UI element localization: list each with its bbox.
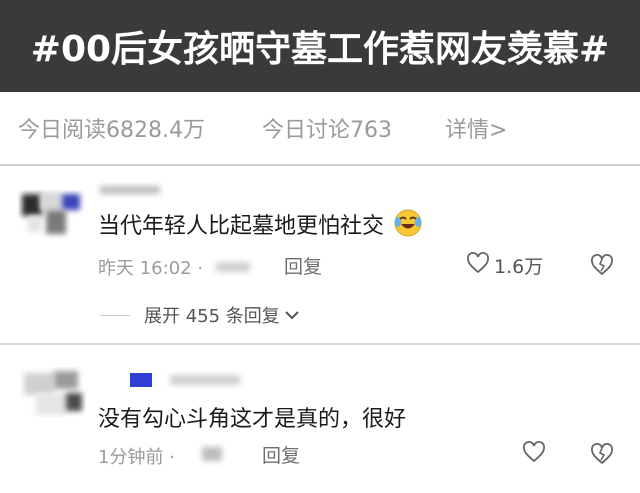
- like-count: 1.6万: [494, 256, 544, 278]
- dislike-button[interactable]: [590, 443, 614, 469]
- comment-text: 没有勾心斗角这才是真的，很好: [98, 407, 407, 432]
- avatar[interactable]: [18, 367, 86, 417]
- read-count: 今日阅读6828.4万: [18, 118, 205, 143]
- expand-replies-label: 展开 455 条回复: [144, 306, 280, 327]
- comment-text: 当代年轻人比起墓地更怕社交: [98, 208, 423, 244]
- heart-icon: [522, 441, 546, 468]
- expand-replies-button[interactable]: 展开 455 条回复: [100, 302, 300, 328]
- nickname-blurred[interactable]: [100, 373, 240, 387]
- like-button[interactable]: 1.6万: [466, 252, 543, 279]
- avatar[interactable]: [18, 190, 86, 240]
- divider: [100, 314, 130, 316]
- like-button[interactable]: [522, 441, 546, 468]
- broken-heart-icon: [590, 254, 614, 280]
- chevron-down-icon: [284, 306, 300, 325]
- comment-time: 1分钟前 ·: [98, 447, 175, 468]
- reply-button[interactable]: 回复: [284, 252, 322, 279]
- laughing-crying-emoji-icon: [393, 208, 423, 244]
- location-blurred: [212, 260, 254, 274]
- heart-icon: [466, 252, 490, 279]
- nickname-blurred[interactable]: [100, 184, 160, 198]
- topic-stats-bar: 今日阅读6828.4万 今日讨论763 详情>: [0, 92, 640, 166]
- comment-item: 当代年轻人比起墓地更怕社交 昨天 16:02 · 回复 1.6万 展开 455 …: [0, 168, 640, 345]
- discuss-count: 今日讨论763: [262, 118, 392, 143]
- comment-text-content: 当代年轻人比起墓地更怕社交: [98, 214, 385, 239]
- reply-button[interactable]: 回复: [262, 441, 300, 468]
- broken-heart-icon: [590, 443, 614, 469]
- details-link[interactable]: 详情>: [445, 112, 507, 144]
- location-blurred: [200, 445, 224, 463]
- topic-header: #00后女孩晒守墓工作惹网友羡慕#: [0, 0, 640, 92]
- comment-time: 昨天 16:02 ·: [98, 258, 204, 279]
- comment-item: 没有勾心斗角这才是真的，很好 1分钟前 · 回复: [0, 345, 640, 493]
- dislike-button[interactable]: [590, 254, 614, 280]
- topic-title: #00后女孩晒守墓工作惹网友羡慕#: [30, 29, 610, 70]
